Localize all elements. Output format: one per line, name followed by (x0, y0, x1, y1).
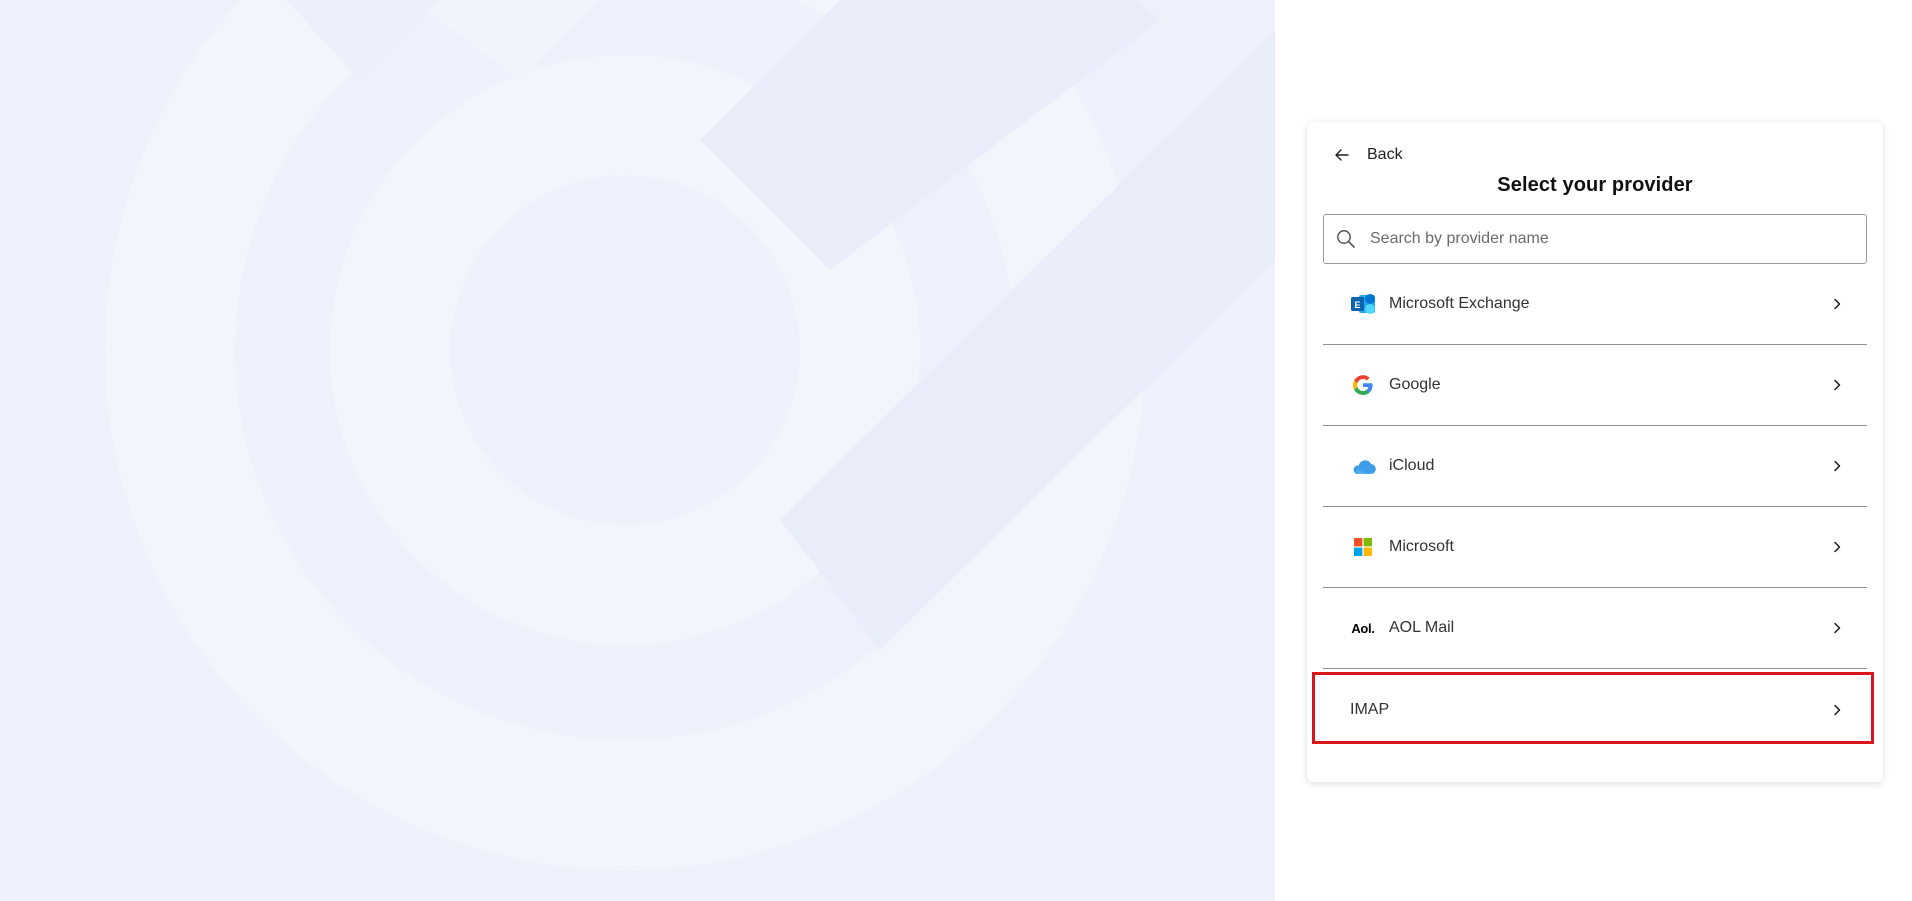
aol-logo-text: Aol. (1351, 620, 1375, 636)
provider-label: Google (1389, 376, 1441, 393)
provider-item-icloud[interactable]: iCloud (1323, 426, 1867, 507)
provider-label: iCloud (1389, 457, 1435, 474)
provider-item-aol-mail[interactable]: Aol. AOL Mail (1323, 588, 1867, 669)
provider-item-google[interactable]: Google (1323, 345, 1867, 426)
microsoft-exchange-icon: E (1350, 291, 1376, 317)
provider-item-imap[interactable]: IMAP (1323, 669, 1867, 750)
microsoft-icon (1350, 534, 1376, 560)
search-input[interactable] (1362, 215, 1866, 263)
provider-item-microsoft[interactable]: Microsoft (1323, 507, 1867, 588)
chevron-right-icon (1833, 298, 1841, 310)
provider-label: AOL Mail (1389, 619, 1455, 636)
search-field[interactable] (1323, 214, 1867, 264)
arrow-left-icon (1335, 149, 1349, 161)
chevron-right-icon (1833, 622, 1841, 634)
provider-label: IMAP (1350, 700, 1390, 718)
background-logo-watermark (105, 0, 1275, 870)
provider-label: Microsoft Exchange (1389, 295, 1530, 312)
provider-label: Microsoft (1389, 538, 1454, 555)
chevron-right-icon (1833, 541, 1841, 553)
background-decoration (0, 0, 1275, 901)
svg-text:E: E (1354, 300, 1360, 310)
back-label: Back (1367, 146, 1403, 163)
chevron-right-icon (1833, 379, 1841, 391)
provider-selection-card: Back Select your provider E Microsoft (1307, 122, 1883, 782)
chevron-right-icon (1833, 704, 1841, 716)
provider-list: E Microsoft Exchange Google iCloud Micro… (1323, 264, 1867, 750)
search-icon (1336, 229, 1362, 249)
provider-item-microsoft-exchange[interactable]: E Microsoft Exchange (1323, 264, 1867, 345)
icloud-icon (1350, 453, 1376, 479)
aol-icon: Aol. (1350, 615, 1376, 641)
back-button[interactable]: Back (1335, 142, 1403, 168)
google-icon (1350, 372, 1376, 398)
page-title: Select your provider (1497, 174, 1693, 196)
chevron-right-icon (1833, 460, 1841, 472)
